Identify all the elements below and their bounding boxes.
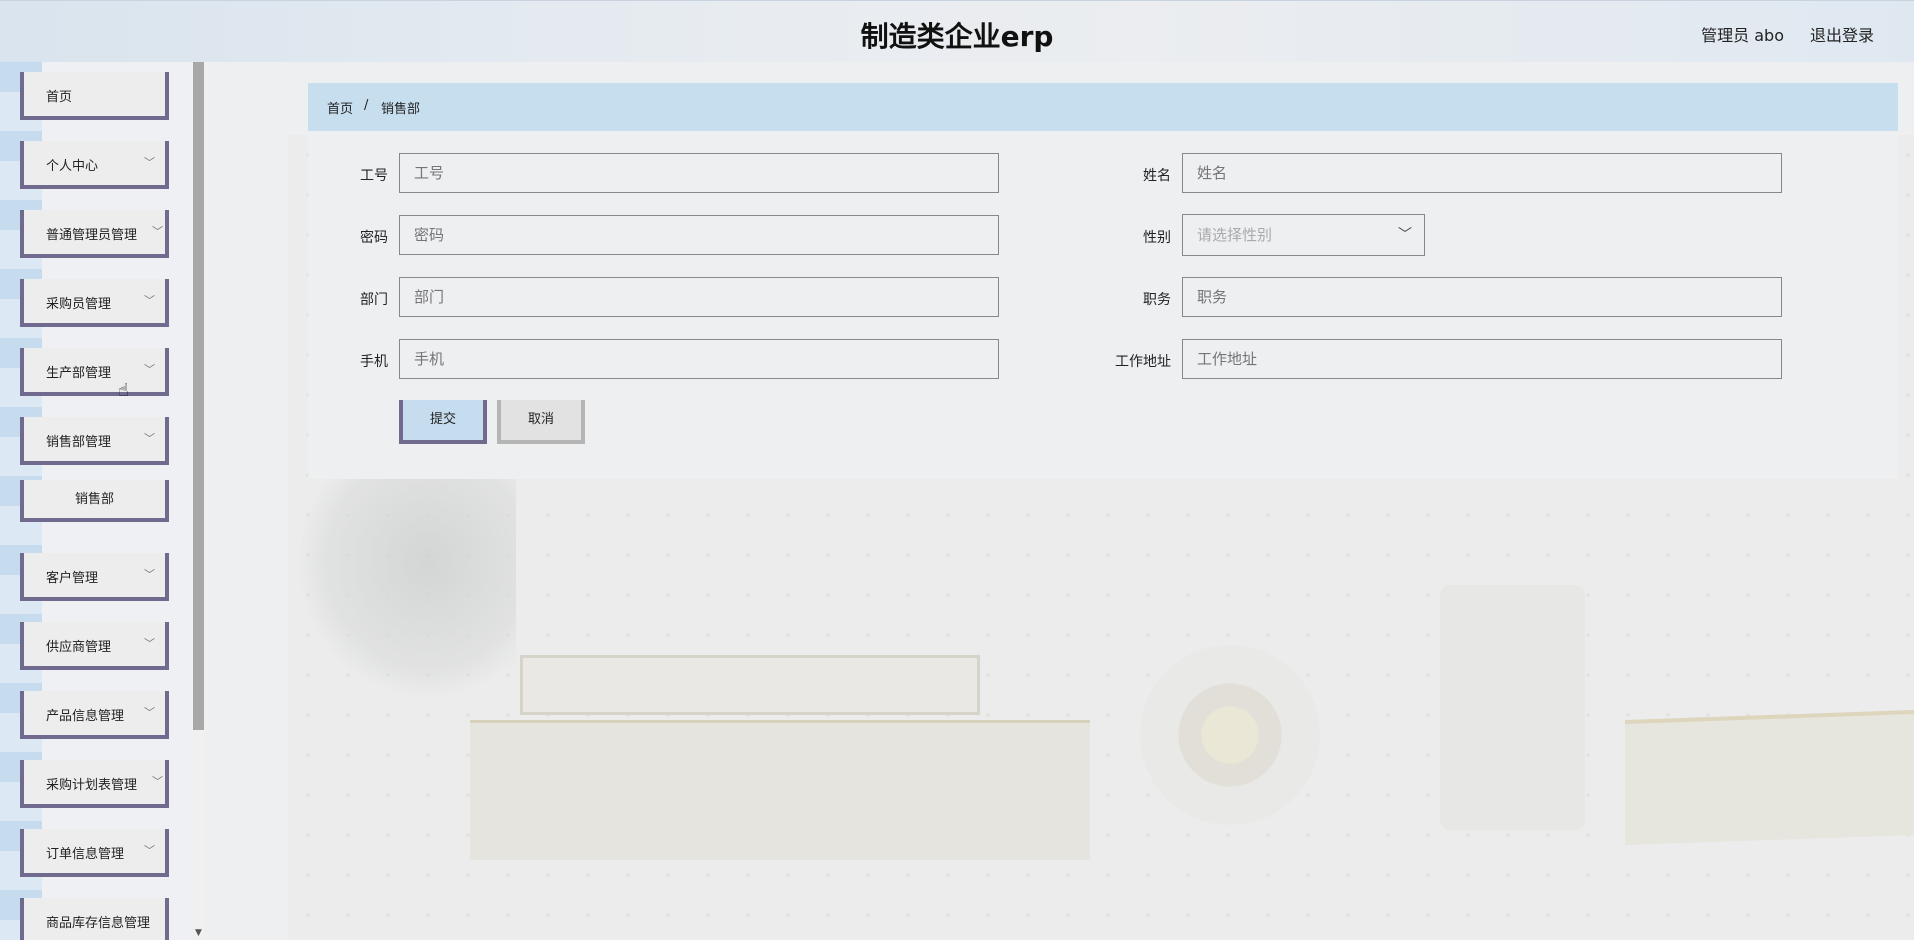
chevron-down-icon: ﹀ bbox=[152, 225, 163, 238]
password-label: 密码 bbox=[360, 230, 388, 246]
sidebar-item-label: 供应商管理 bbox=[46, 640, 112, 655]
sidebar-item-admin-management[interactable]: 普通管理员管理 ﹀ bbox=[20, 210, 169, 258]
sidebar-item-customer-management[interactable]: 客户管理 ﹀ bbox=[20, 553, 169, 601]
background-tape-roll bbox=[1140, 645, 1320, 825]
work-address-label: 工作地址 bbox=[1115, 354, 1171, 370]
sidebar-item-label: 商品库存信息管理 bbox=[46, 916, 151, 931]
department-label: 部门 bbox=[360, 292, 388, 308]
sidebar-item-product-info-management[interactable]: 产品信息管理 ﹀ bbox=[20, 691, 169, 739]
sidebar-item-sales-management[interactable]: 销售部管理 ﹀ bbox=[20, 417, 169, 465]
sidebar-item-purchase-plan-management[interactable]: 采购计划表管理 ﹀ bbox=[20, 760, 169, 808]
name-label: 姓名 bbox=[1143, 168, 1171, 184]
work-address-input[interactable] bbox=[1182, 339, 1782, 379]
logout-link[interactable]: 退出登录 bbox=[1810, 22, 1874, 46]
sidebar-item-inventory-management[interactable]: 商品库存信息管理 bbox=[20, 898, 169, 940]
submit-button[interactable]: 提交 bbox=[399, 400, 487, 444]
position-input[interactable] bbox=[1182, 277, 1782, 317]
chevron-down-icon: ﹀ bbox=[144, 568, 155, 581]
chevron-down-icon: ﹀ bbox=[144, 844, 155, 857]
gender-select[interactable]: 请选择性别 ﹀ bbox=[1182, 214, 1425, 256]
sidebar-item-label: 首页 bbox=[46, 90, 73, 105]
scroll-down-arrow-icon[interactable]: ▼ bbox=[193, 928, 204, 938]
sidebar-item-label: 订单信息管理 bbox=[46, 847, 125, 862]
sidebar-item-buyer-management[interactable]: 采购员管理 ﹀ bbox=[20, 279, 169, 327]
phone-label: 手机 bbox=[360, 354, 388, 370]
sidebar-item-personal-center[interactable]: 个人中心 ﹀ bbox=[20, 141, 169, 189]
sidebar-item-order-info-management[interactable]: 订单信息管理 ﹀ bbox=[20, 829, 169, 877]
password-input[interactable] bbox=[399, 215, 999, 255]
job-no-input[interactable] bbox=[399, 153, 999, 193]
sidebar-item-label: 个人中心 bbox=[46, 159, 99, 174]
cancel-button[interactable]: 取消 bbox=[497, 400, 585, 444]
sidebar-item-label: 采购计划表管理 bbox=[46, 778, 138, 793]
breadcrumb: 首页 / 销售部 bbox=[308, 83, 1898, 131]
gender-select-placeholder: 请选择性别 bbox=[1197, 226, 1273, 244]
gender-label: 性别 bbox=[1143, 230, 1171, 246]
sidebar-item-label: 普通管理员管理 bbox=[46, 228, 138, 243]
sidebar-item-label: 生产部管理 bbox=[46, 366, 112, 381]
breadcrumb-current: 销售部 bbox=[381, 102, 421, 117]
chevron-down-icon: ﹀ bbox=[144, 432, 155, 445]
background-book bbox=[1625, 709, 1914, 846]
breadcrumb-separator: / bbox=[364, 98, 369, 113]
chevron-down-icon: ﹀ bbox=[1398, 227, 1412, 243]
scrollbar-thumb[interactable] bbox=[193, 62, 204, 730]
job-no-label: 工号 bbox=[360, 168, 388, 184]
background-cylinder bbox=[1440, 585, 1585, 830]
background-box bbox=[470, 720, 1090, 860]
sidebar-item-label: 采购员管理 bbox=[46, 297, 112, 312]
chevron-down-icon: ﹀ bbox=[144, 706, 155, 719]
chevron-down-icon: ﹀ bbox=[144, 156, 155, 169]
phone-input[interactable] bbox=[399, 339, 999, 379]
hand-cursor-icon: ☝ bbox=[118, 380, 129, 401]
chevron-down-icon: ﹀ bbox=[152, 775, 163, 788]
sidebar-item-home[interactable]: 首页 bbox=[20, 72, 169, 120]
current-user-label: 管理员 abo bbox=[1701, 26, 1784, 45]
department-input[interactable] bbox=[399, 277, 999, 317]
name-input[interactable] bbox=[1182, 153, 1782, 193]
background-tray bbox=[520, 655, 980, 715]
background-plant bbox=[296, 470, 516, 700]
app-title: 制造类企业erp bbox=[860, 20, 1054, 53]
top-header: 制造类企业erp 管理员 abo 退出登录 bbox=[0, 0, 1914, 62]
breadcrumb-home[interactable]: 首页 bbox=[327, 98, 353, 117]
position-label: 职务 bbox=[1143, 292, 1171, 308]
sidebar-subitem-sales-dept[interactable]: 销售部 bbox=[20, 480, 169, 522]
chevron-down-icon: ﹀ bbox=[144, 363, 155, 376]
sidebar-item-label: 销售部管理 bbox=[46, 435, 112, 450]
sidebar-scrollbar[interactable]: ▼ bbox=[192, 62, 205, 940]
sidebar-item-supplier-management[interactable]: 供应商管理 ﹀ bbox=[20, 622, 169, 670]
chevron-down-icon: ﹀ bbox=[144, 294, 155, 307]
sidebar-item-label: 客户管理 bbox=[46, 571, 99, 586]
sidebar-item-label: 产品信息管理 bbox=[46, 709, 125, 724]
chevron-down-icon: ﹀ bbox=[144, 637, 155, 650]
sidebar-item-production-management[interactable]: 生产部管理 ﹀ bbox=[20, 348, 169, 396]
